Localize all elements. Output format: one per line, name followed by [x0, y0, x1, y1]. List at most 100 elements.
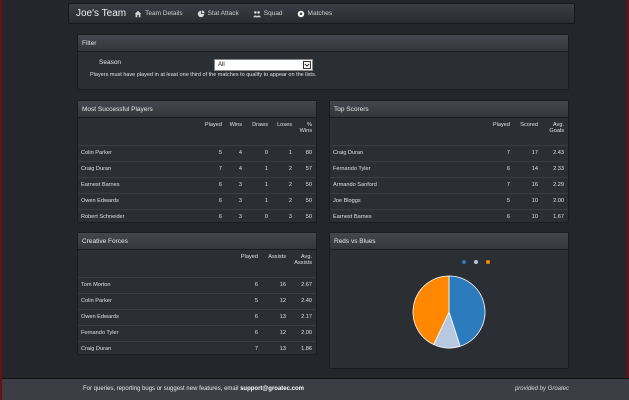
played: 5 — [488, 192, 514, 209]
table-row: Fernando Tyler 6 14 2.33 — [330, 160, 568, 177]
player-name: Colin Parker — [78, 292, 236, 309]
player-name: Colin Parker — [78, 144, 200, 161]
reds-vs-blues-panel: Reds vs Blues — [329, 232, 569, 369]
table-row: Owen Edwards 6 13 2.17 — [78, 308, 316, 325]
player-name: Craig Duran — [78, 160, 200, 177]
panel-title: Creative Forces — [78, 233, 316, 250]
table-row: Earnest Barnes 6 10 1.67 — [330, 208, 568, 225]
column-header: Wins — [229, 122, 242, 128]
table-row: Armando Sanford 7 16 2.29 — [330, 176, 568, 193]
table-row: Owen Edwards 6 3 1 2 50 — [78, 192, 316, 209]
column-header: Played — [240, 254, 258, 260]
loses: 2 — [272, 176, 296, 193]
nav-item-stat-attack[interactable]: Stat Attack — [197, 9, 239, 18]
player-name: Fernando Tyler — [330, 160, 488, 177]
played: 6 — [200, 176, 226, 193]
table-row: Robert Schneider 6 3 0 3 50 — [78, 208, 316, 225]
table-row: Joe Bloggs 5 10 2.00 — [330, 192, 568, 209]
wins: 3 — [226, 192, 246, 209]
assists: 12 — [262, 324, 290, 341]
nav-item-label: Team Details — [145, 10, 183, 17]
users-icon — [252, 10, 261, 17]
brand[interactable]: Joe's Team — [69, 8, 134, 19]
table-row: Craig Duran 7 17 2.43 — [330, 144, 568, 161]
player-name: Earnest Barnes — [330, 208, 488, 225]
table-row: Craig Duran 7 4 1 2 57 — [78, 160, 316, 177]
nav-item-label: Stat Attack — [207, 10, 239, 17]
loses: 2 — [272, 160, 296, 177]
player-name: Robert Schneider — [78, 208, 200, 225]
assists: 13 — [262, 308, 290, 325]
footer-credit: provided by Groatec — [514, 386, 569, 392]
played: 6 — [200, 192, 226, 209]
pct-wins: 57 — [296, 160, 316, 177]
played: 7 — [488, 176, 514, 193]
column-header: % Wins — [299, 122, 312, 134]
season-value: All — [218, 62, 225, 68]
assists: 16 — [262, 276, 290, 293]
top-scorers-panel: Top Scorers Played Scored Avg. Goals Cra… — [329, 100, 569, 225]
support-email-link[interactable]: support@groatec.com — [240, 386, 304, 392]
table-row: Fernando Tyler 6 12 2.00 — [78, 324, 316, 341]
scored: 16 — [514, 176, 542, 193]
footer: For queries, reporting bugs or suggest n… — [2, 378, 629, 400]
avg-goals: 2.00 — [542, 192, 568, 209]
table-row: Tom Morton 6 16 2.67 — [78, 276, 316, 293]
loses: 1 — [272, 144, 296, 161]
draws: 1 — [246, 160, 272, 177]
filter-note: Players must have played in at least one… — [90, 72, 317, 78]
footer-left-text: For queries, reporting bugs or suggest n… — [83, 386, 239, 392]
wins: 3 — [226, 176, 246, 193]
season-select[interactable]: All — [214, 59, 313, 71]
column-header: Avg. Assists — [294, 254, 312, 266]
creative-forces-panel: Creative Forces Played Assists Avg. Assi… — [77, 232, 317, 357]
season-label: Season — [99, 59, 122, 66]
avg-goals: 2.43 — [542, 144, 568, 161]
home-icon — [134, 10, 142, 17]
draws: 1 — [246, 192, 272, 209]
avg-goals: 2.29 — [542, 176, 568, 193]
scored: 10 — [514, 192, 542, 209]
panel-title: Most Successful Players — [78, 101, 316, 118]
table-row: Colin Parker 5 12 2.40 — [78, 292, 316, 309]
nav-item-matches[interactable]: Matches — [297, 10, 332, 18]
played: 6 — [236, 276, 262, 293]
top-scorers-table: Played Scored Avg. Goals Craig Duran 7 1… — [330, 118, 568, 225]
avg-goals: 2.33 — [542, 160, 568, 177]
nav-item-label: Squad — [263, 10, 283, 17]
player-name: Earnest Barnes — [78, 176, 200, 193]
player-name: Craig Duran — [78, 340, 236, 357]
column-header: Avg. Goals — [549, 122, 564, 134]
wins: 4 — [226, 144, 246, 161]
panel-title: Reds vs Blues — [330, 233, 568, 250]
pct-wins: 50 — [296, 192, 316, 209]
footer-text: For queries, reporting bugs or suggest n… — [83, 386, 304, 392]
pct-wins: 50 — [296, 176, 316, 193]
column-header: Loses — [277, 122, 292, 128]
played: 7 — [200, 160, 226, 177]
played: 7 — [236, 340, 262, 357]
navbar: Joe's Team Team Details Stat Attack Squa… — [68, 3, 575, 24]
player-name: Craig Duran — [330, 144, 488, 161]
avg-assists: 1.86 — [290, 340, 316, 357]
column-header: Assists — [268, 254, 286, 260]
panel-title: Top Scorers — [330, 101, 568, 118]
nav-item-squad[interactable]: Squad — [252, 10, 283, 18]
pct-wins: 50 — [296, 208, 316, 225]
played: 5 — [200, 144, 226, 161]
avg-goals: 1.67 — [542, 208, 568, 225]
player-name: Owen Edwards — [78, 192, 200, 209]
played: 6 — [236, 324, 262, 341]
player-name: Tom Morton — [78, 276, 236, 293]
nav-item-team-details[interactable]: Team Details — [134, 10, 183, 18]
scored: 17 — [514, 144, 542, 161]
avg-assists: 2.00 — [290, 324, 316, 341]
player-name: Owen Edwards — [78, 308, 236, 325]
played: 6 — [488, 160, 514, 177]
loses: 3 — [272, 208, 296, 225]
assists: 12 — [262, 292, 290, 309]
column-header: Played — [492, 122, 510, 128]
table-row: Craig Duran 7 13 1.86 — [78, 340, 316, 357]
played: 6 — [236, 308, 262, 325]
column-header: Played — [204, 122, 222, 128]
